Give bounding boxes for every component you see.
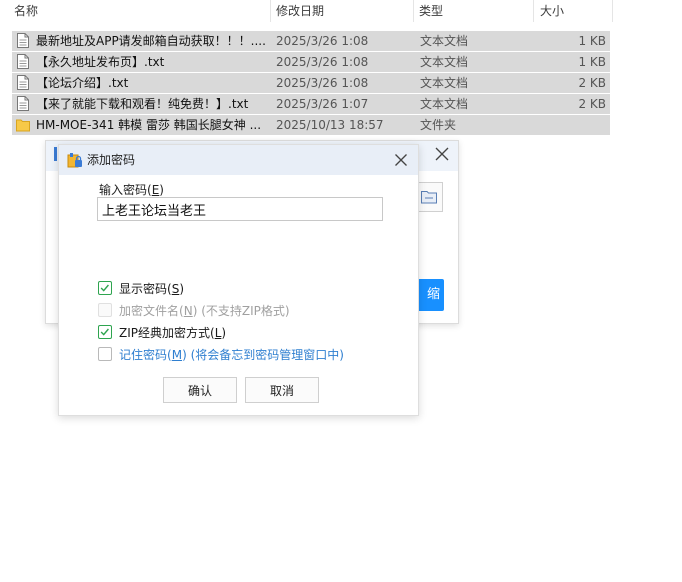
browse-folder-button[interactable] (415, 182, 443, 212)
text-file-icon (17, 33, 29, 48)
confirm-button[interactable]: 确认 (163, 377, 237, 403)
file-size: 2 KB (578, 97, 606, 111)
file-name: 最新地址及APP请发邮箱自动获取！！！.... (36, 34, 266, 48)
file-date: 2025/3/26 1:08 (276, 34, 369, 48)
column-divider[interactable] (413, 0, 414, 22)
file-date: 2025/3/26 1:08 (276, 76, 369, 90)
folder-icon (421, 191, 437, 204)
password-input[interactable] (97, 197, 383, 221)
file-size: 1 KB (578, 34, 606, 48)
background-dialog-icon (54, 147, 57, 161)
text-file-icon (17, 96, 29, 111)
file-size: 1 KB (578, 55, 606, 69)
column-header-date[interactable]: 修改日期 (276, 0, 324, 22)
folder-icon (16, 119, 30, 132)
file-row[interactable]: 【论坛介绍】.txt 2025/3/26 1:08 文本文档 2 KB (12, 73, 610, 93)
password-label: 输入密码(E) (99, 183, 164, 197)
zip-classic-encryption-checkbox[interactable] (98, 325, 112, 339)
zip-classic-encryption-label: ZIP经典加密方式(L) (119, 326, 227, 340)
file-row[interactable]: HM-MOE-341 韩模 雷莎 韩国长腿女神 ... 2025/10/13 1… (12, 115, 610, 135)
add-password-dialog: 添加密码 输入密码(E) 显示密码(S) 加密文件名(N) (不支持ZIP格式)… (58, 144, 419, 416)
remember-password-checkbox[interactable] (98, 347, 112, 361)
file-name: HM-MOE-341 韩模 雷莎 韩国长腿女神 ... (36, 118, 262, 132)
dialog-title: 添加密码 (87, 153, 136, 167)
checkmark-icon (100, 284, 109, 292)
show-password-checkbox[interactable] (98, 281, 112, 295)
file-type: 文件夹 (420, 118, 457, 132)
column-divider[interactable] (612, 0, 613, 22)
column-divider[interactable] (270, 0, 271, 22)
encrypt-filenames-label: 加密文件名(N) (不支持ZIP格式) (119, 304, 290, 318)
dialog-titlebar: 添加密码 (59, 145, 418, 175)
text-file-icon (17, 54, 29, 69)
file-row[interactable]: 【永久地址发布页】.txt 2025/3/26 1:08 文本文档 1 KB (12, 52, 610, 72)
file-row[interactable]: 【来了就能下载和观看！纯免费！】.txt 2025/3/26 1:07 文本文档… (12, 94, 610, 114)
file-name: 【永久地址发布页】.txt (36, 55, 165, 69)
text-file-icon (17, 75, 29, 90)
column-header-type[interactable]: 类型 (419, 0, 443, 22)
file-type: 文本文档 (420, 34, 469, 48)
column-divider[interactable] (533, 0, 534, 22)
file-type: 文本文档 (420, 97, 469, 111)
file-size: 2 KB (578, 76, 606, 90)
close-icon[interactable] (434, 146, 450, 162)
checkmark-icon (100, 328, 109, 336)
column-header-size[interactable]: 大小 (540, 0, 564, 22)
remember-password-label: 记住密码(M) (将会备忘到密码管理窗口中) (119, 348, 344, 362)
column-header-name[interactable]: 名称 (14, 0, 38, 22)
file-name: 【来了就能下载和观看！纯免费！】.txt (36, 97, 249, 111)
file-date: 2025/3/26 1:08 (276, 55, 369, 69)
file-date: 2025/3/26 1:07 (276, 97, 369, 111)
archive-lock-icon (67, 153, 82, 168)
close-icon[interactable] (394, 153, 408, 167)
cancel-button[interactable]: 取消 (245, 377, 319, 403)
file-date: 2025/10/13 18:57 (276, 118, 384, 132)
file-type: 文本文档 (420, 76, 469, 90)
file-size (532, 115, 606, 135)
show-password-label: 显示密码(S) (119, 282, 185, 296)
file-name: 【论坛介绍】.txt (36, 76, 129, 90)
encrypt-filenames-checkbox (98, 303, 112, 317)
file-row[interactable]: 最新地址及APP请发邮箱自动获取！！！.... 2025/3/26 1:08 文… (12, 31, 610, 51)
file-type: 文本文档 (420, 55, 469, 69)
